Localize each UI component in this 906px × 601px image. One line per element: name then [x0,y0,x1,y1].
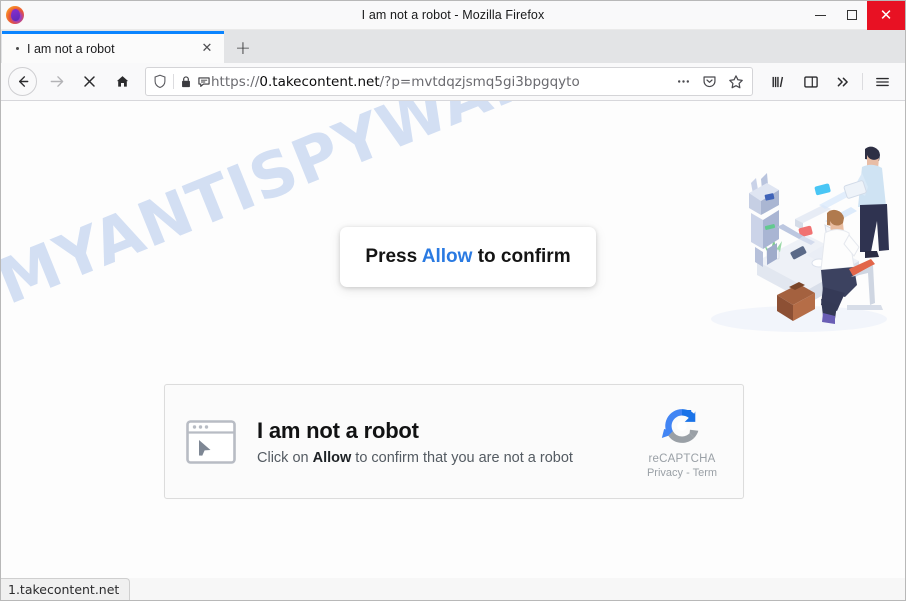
url-path: /?p=mvtdqzjsmq5gi3bpgqyto [379,73,580,90]
sidebar-icon [804,75,818,88]
tab-i-am-not-a-robot[interactable]: I am not a robot ✕ [2,31,224,63]
recaptcha-terms: Privacy - Term [646,467,718,479]
bottom-strip: 1.takecontent.net [1,578,905,600]
url-text: https://0.takecontent.net/?p=mvtdqzjsmq5… [211,74,580,90]
recaptcha-badge: reCAPTCHA Privacy - Term [625,404,743,479]
press-allow-banner: Press Allow to confirm [340,227,596,287]
library-button[interactable] [763,67,795,97]
pocket-icon [703,76,716,88]
connection-secure-group[interactable] [180,75,211,89]
url-text-container[interactable]: https://0.takecontent.net/?p=mvtdqzjsmq5… [211,68,671,95]
page-viewport: MYANTISPYWARE.COM Press Allow to confirm… [1,101,905,578]
page-actions-button[interactable] [671,69,696,94]
double-chevron-icon [837,77,848,86]
save-to-pocket-button[interactable] [697,69,722,94]
card-body: I am not a robot Click on Allow to confi… [257,417,625,467]
forward-arrow-icon [50,76,64,87]
card-subtitle-allow: Allow [312,450,352,467]
url-scheme: https:// [211,73,260,90]
library-books-icon [772,76,783,87]
url-host: 0.takecontent.net [259,73,380,90]
tab-bar: I am not a robot ✕ + [1,30,905,63]
window-title: I am not a robot - Mozilla Firefox [361,8,545,22]
tab-title: I am not a robot [27,41,115,56]
status-bar-text: 1.takecontent.net [8,582,120,597]
address-bar[interactable]: https://0.takecontent.net/?p=mvtdqzjsmq5… [145,67,753,96]
padlock-icon[interactable] [180,75,192,89]
sidebar-button[interactable] [795,67,827,97]
home-button[interactable] [106,67,139,97]
press-prefix: Press [365,246,422,267]
card-subtitle: Click on Allow to confirm that you are n… [257,450,617,466]
ellipsis-icon [677,80,690,83]
bookmark-button[interactable] [723,69,748,94]
url-action-buttons [671,69,748,94]
tab-close-icon[interactable]: ✕ [198,40,216,58]
identity-box[interactable] [153,74,167,89]
url-overflow-fade [637,68,671,95]
browser-window-cursor-icon [186,419,236,464]
notification-permission-icon[interactable] [197,75,211,89]
home-icon [116,76,129,87]
back-button[interactable] [8,67,37,96]
app-menu-button[interactable] [866,67,898,97]
back-arrow-icon [18,76,29,87]
overflow-button[interactable] [827,67,859,97]
identity-separator [173,74,174,89]
browser-window: I am not a robot - Mozilla Firefox ✕ I a… [0,0,906,601]
card-title: I am not a robot [257,417,419,443]
robot-and-office-workers-illustration [711,146,889,332]
card-icon-slot [165,419,257,465]
toolbar-separator [862,73,863,90]
stop-button[interactable] [73,67,106,97]
allow-keyword: Allow [421,246,473,267]
stop-x-icon [84,76,95,87]
browser-toolbar-right [763,67,898,97]
card-subtitle-prefix: Click on [257,450,313,467]
blank-favicon-icon [16,47,19,50]
star-icon [728,74,743,88]
title-bar: I am not a robot - Mozilla Firefox ✕ [1,0,905,30]
recaptcha-label: reCAPTCHA [648,453,716,465]
new-tab-button[interactable]: + [224,33,262,63]
hamburger-menu-icon [875,77,889,86]
status-bar: 1.takecontent.net [1,578,131,600]
press-suffix: to confirm [472,246,571,267]
i-am-not-a-robot-card: I am not a robot Click on Allow to confi… [164,384,744,499]
card-subtitle-suffix: to confirm that you are not a robot [351,450,573,467]
press-allow-text: Press Allow to confirm [365,246,570,268]
recaptcha-logo-icon [661,409,699,443]
tracking-protection-shield-icon[interactable] [153,74,167,89]
navigation-toolbar: https://0.takecontent.net/?p=mvtdqzjsmq5… [1,63,905,101]
forward-button[interactable] [40,67,73,97]
